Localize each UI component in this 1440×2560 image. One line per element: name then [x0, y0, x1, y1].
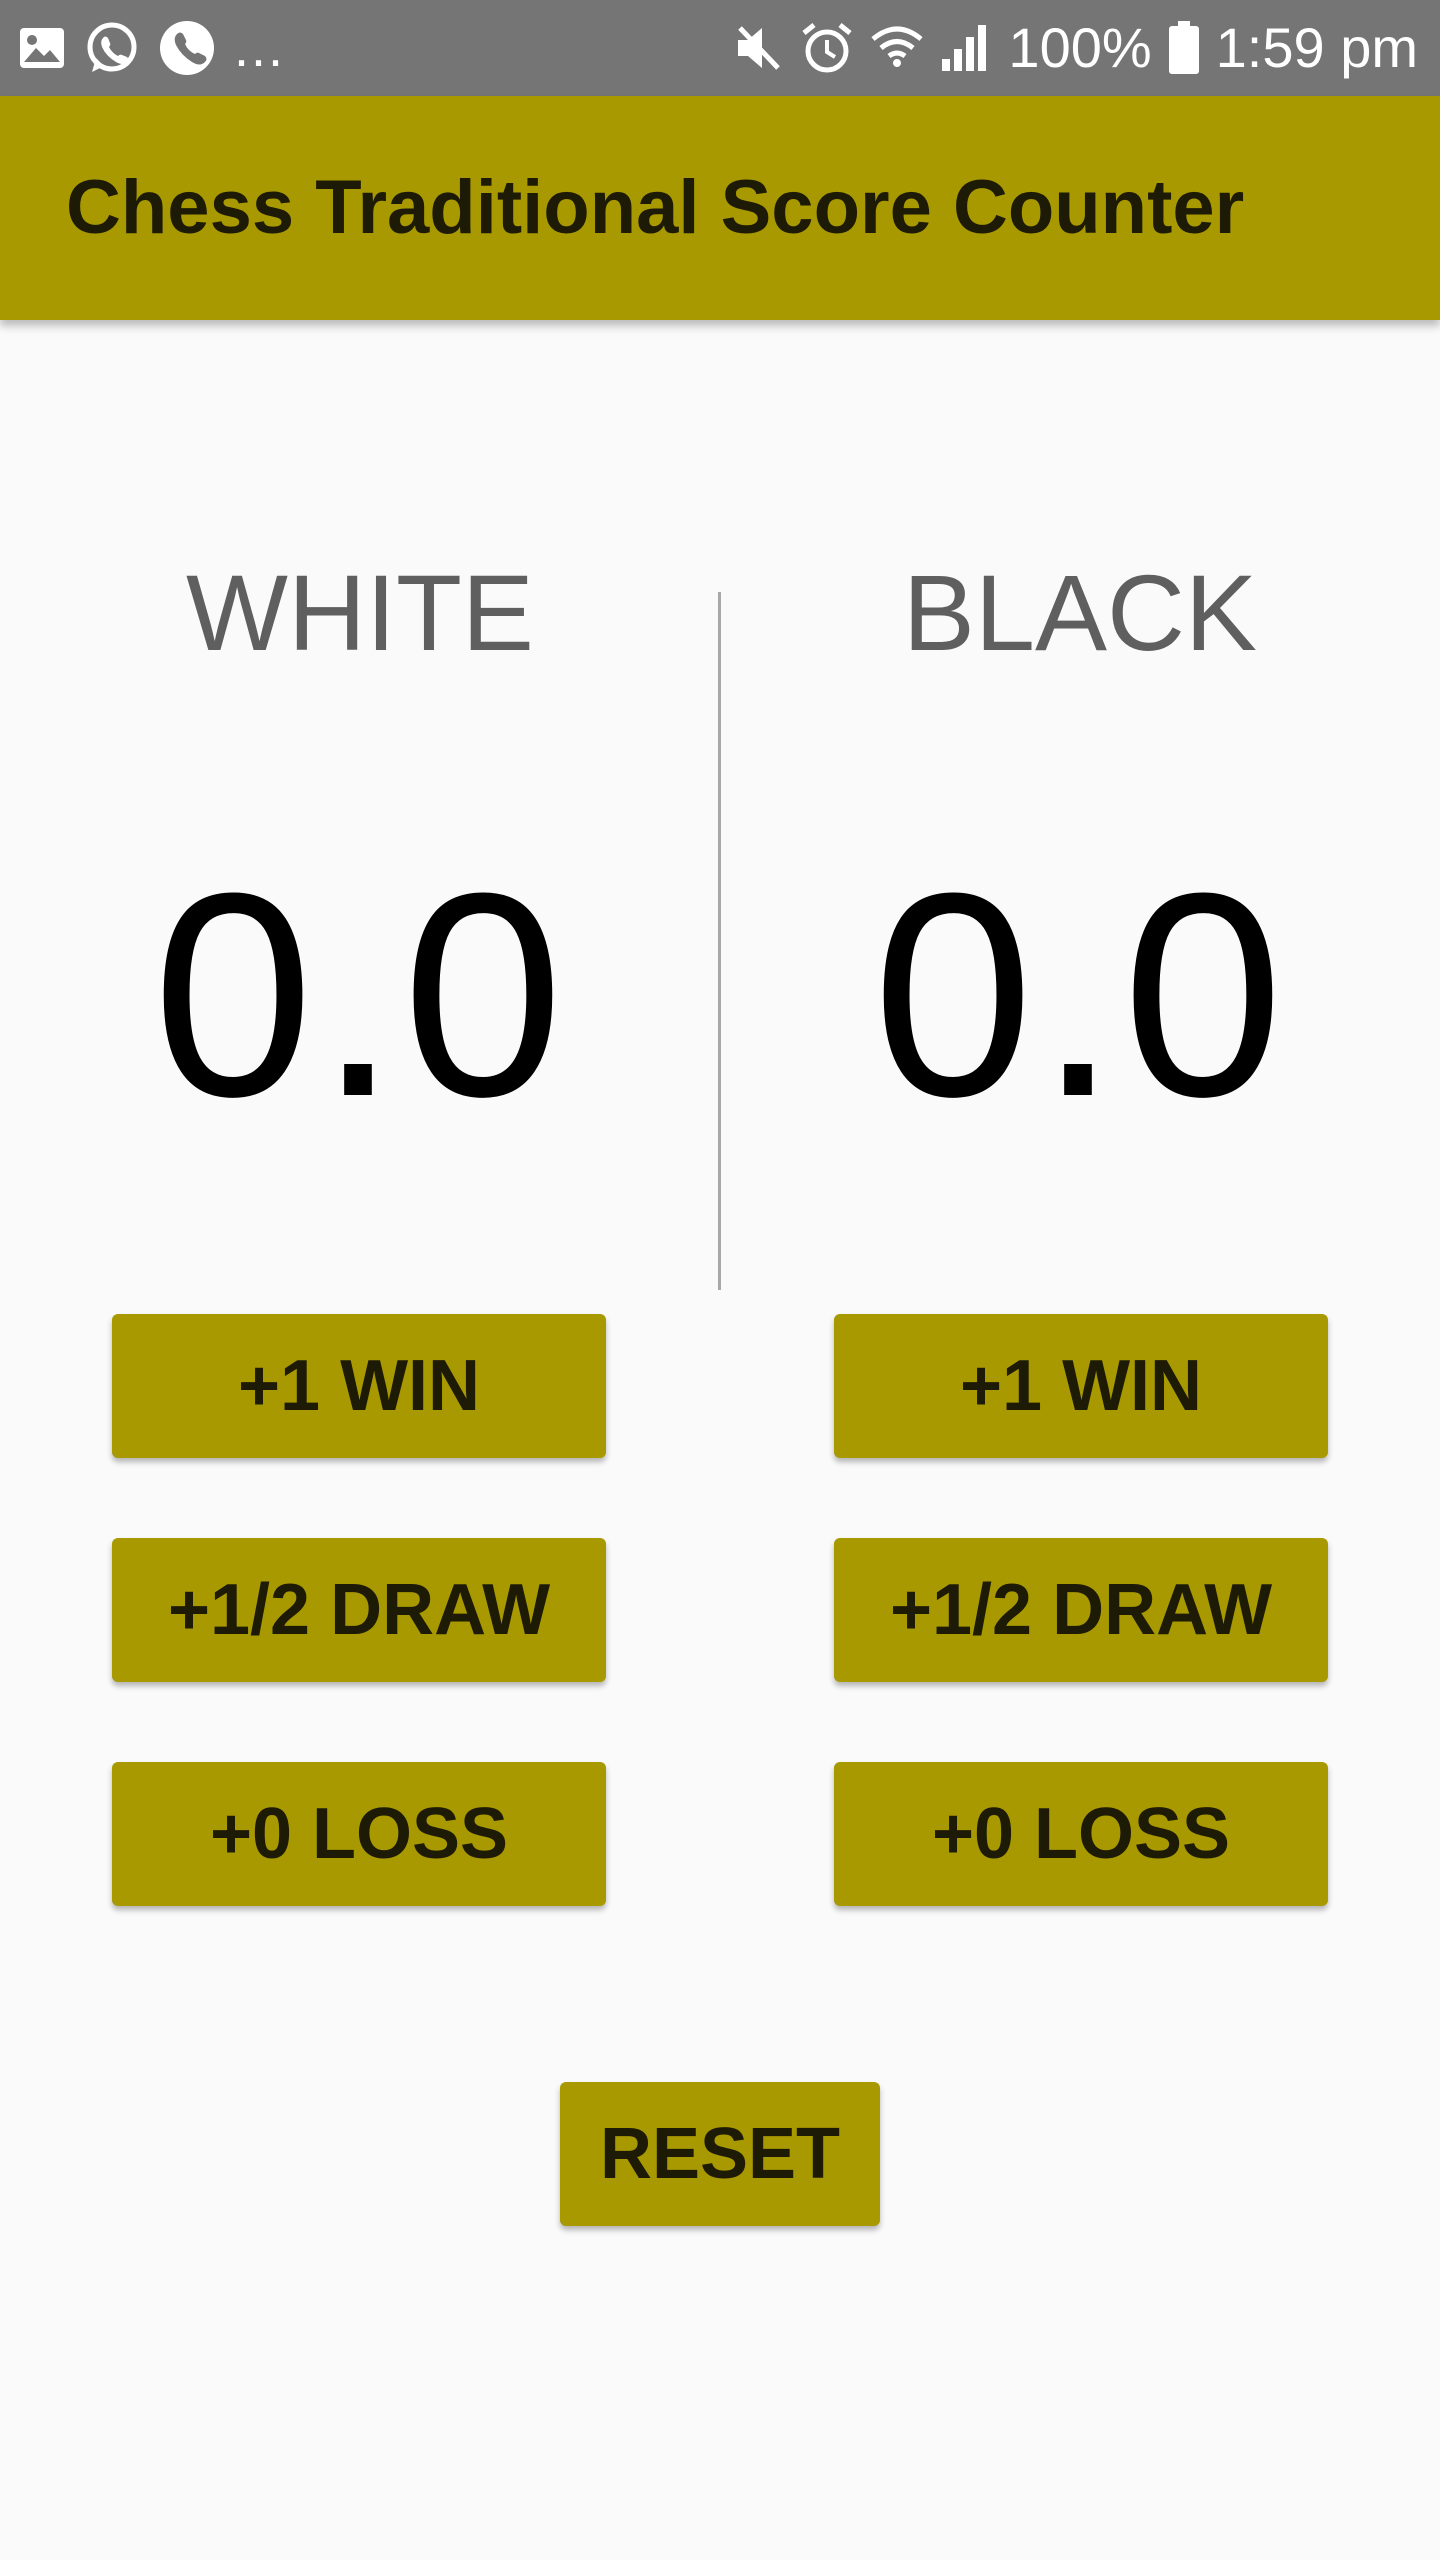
whatsapp-icon	[84, 20, 140, 76]
status-bar-right: 100% 1:59 pm	[732, 0, 1418, 96]
status-bar-left: ...	[18, 0, 285, 96]
wifi-icon	[870, 23, 924, 73]
overflow-dots: ...	[234, 18, 286, 78]
black-draw-button[interactable]: +1/2 DRAW	[834, 1538, 1328, 1682]
reset-button[interactable]: RESET	[560, 2082, 880, 2226]
signal-icon	[940, 23, 992, 73]
white-win-button[interactable]: +1 WIN	[112, 1314, 606, 1458]
white-score: 0.0	[152, 833, 568, 1157]
battery-icon	[1168, 21, 1200, 75]
white-draw-button[interactable]: +1/2 DRAW	[112, 1538, 606, 1682]
black-score: 0.0	[872, 833, 1288, 1157]
clock: 1:59 pm	[1215, 16, 1418, 79]
app-title: Chess Traditional Score Counter	[66, 165, 1245, 250]
white-label: WHITE	[186, 552, 534, 673]
black-loss-button[interactable]: +0 LOSS	[834, 1762, 1328, 1906]
black-win-button[interactable]: +1 WIN	[834, 1314, 1328, 1458]
alarm-icon	[800, 21, 854, 75]
app-bar: Chess Traditional Score Counter	[0, 96, 1440, 320]
white-loss-button[interactable]: +0 LOSS	[112, 1762, 606, 1906]
phone-call-icon	[158, 19, 216, 77]
mute-icon	[732, 22, 784, 74]
status-bar: ... 100% 1:59 pm	[0, 0, 1440, 96]
battery-percent: 100%	[1008, 16, 1152, 79]
gallery-icon	[18, 26, 66, 70]
black-label: BLACK	[902, 552, 1258, 673]
